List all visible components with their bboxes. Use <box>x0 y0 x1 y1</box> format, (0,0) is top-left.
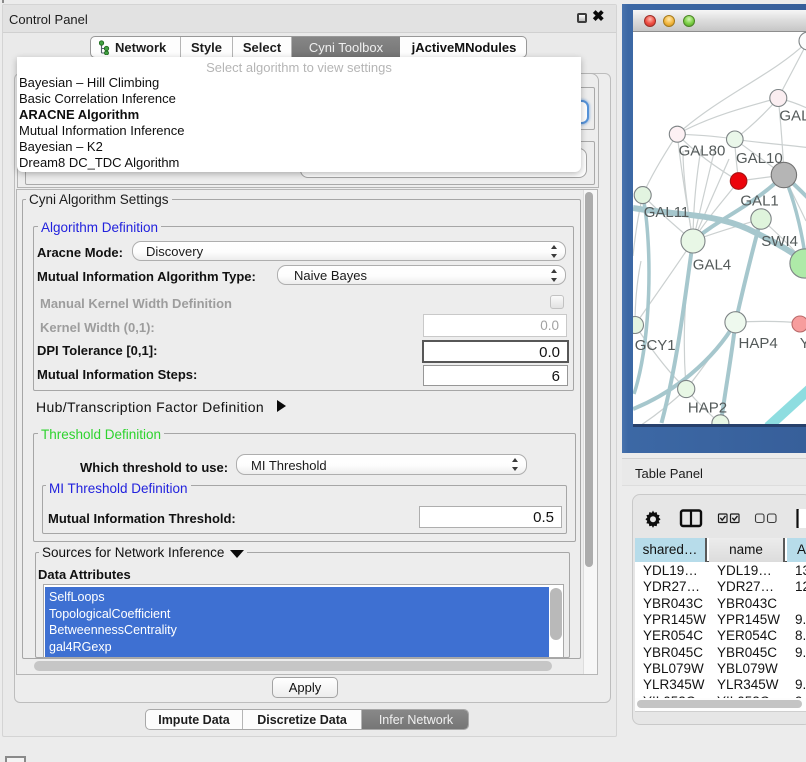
svg-text:HAP4: HAP4 <box>739 335 778 352</box>
svg-text:GAL10: GAL10 <box>736 150 783 167</box>
svg-text:GAL7: GAL7 <box>779 108 806 125</box>
svg-text:GAL11: GAL11 <box>644 204 690 221</box>
svg-text:GAL1: GAL1 <box>740 193 778 210</box>
svg-text:GAL4: GAL4 <box>693 257 731 274</box>
svg-text:HAP2: HAP2 <box>688 399 727 416</box>
svg-text:GCY1: GCY1 <box>635 337 676 354</box>
svg-text:SWI4: SWI4 <box>761 233 798 250</box>
svg-text:GAL80: GAL80 <box>679 143 726 160</box>
svg-text:Y: Y <box>800 335 806 352</box>
